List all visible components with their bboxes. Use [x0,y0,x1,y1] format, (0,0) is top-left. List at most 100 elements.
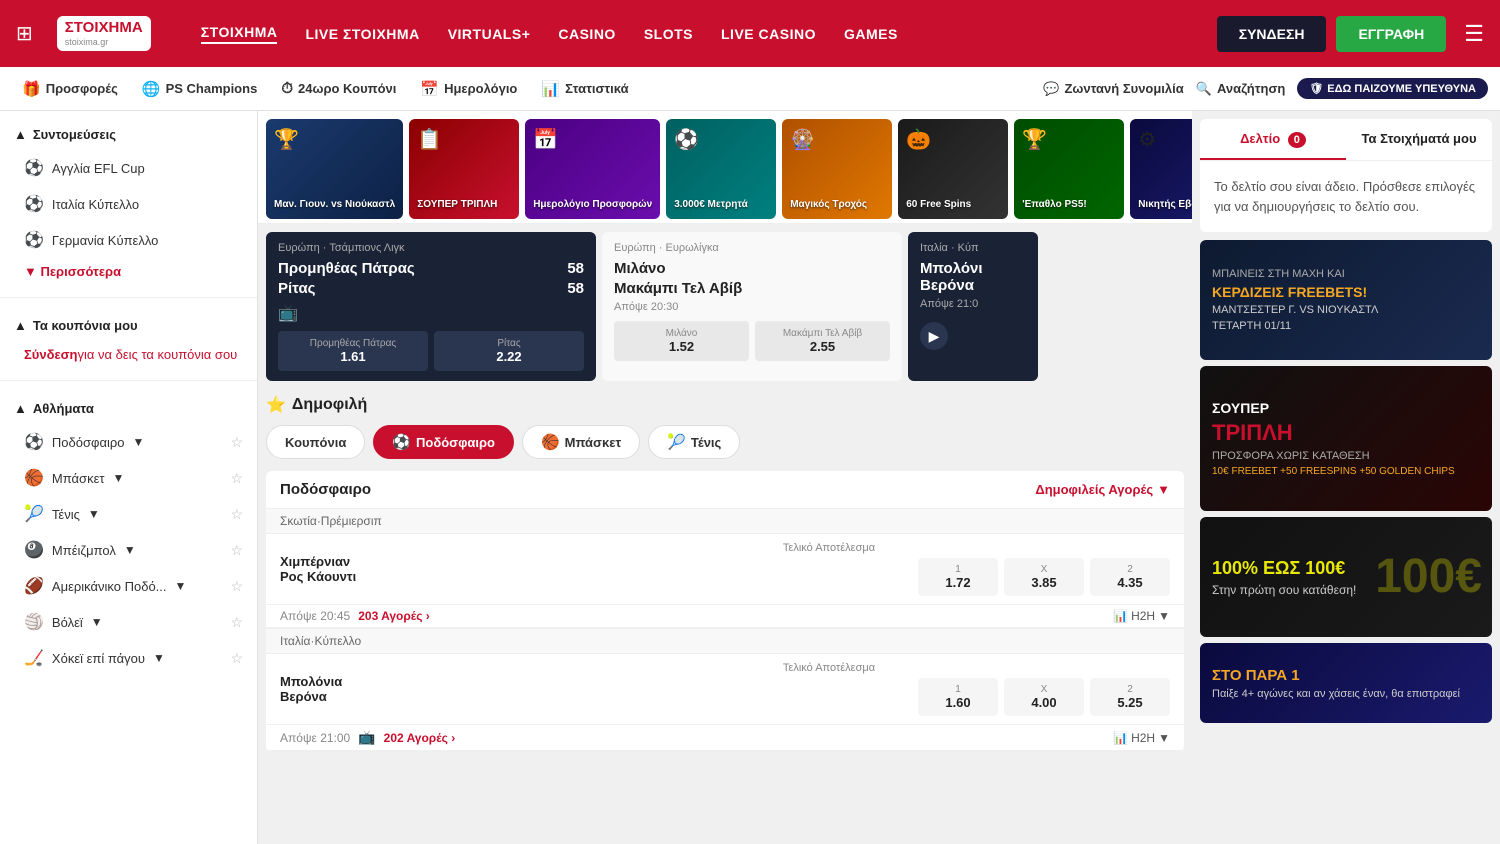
betslip-tab-betslip[interactable]: Δελτίο 0 [1200,119,1346,160]
chevron-down-icon-tennis: ▼ [88,507,100,521]
star-icon: ⭐ [266,395,286,415]
event-teams-0: Χιμπέρνιαν Ρος Κάουντι [280,554,480,584]
promo-card-0[interactable]: 🏆 Μαν. Γιουν. vs Νιούκαστλ [266,119,403,219]
soccer-icon-2: ⚽ [24,194,44,214]
more-markets-0[interactable]: 203 Αγορές › [358,609,430,623]
promo-card-5[interactable]: 🎃 60 Free Spins [898,119,1008,219]
promo-card-1[interactable]: 📋 ΣΟΥΠΕΡ ΤΡΙΠΛΗ [409,119,519,219]
fav-icon-volleyball[interactable]: ☆ [230,614,243,631]
shortcut-italy-cup[interactable]: ⚽ Ιταλία Κύπελλο [0,186,257,222]
chevron-right-icon: ▶ [929,328,940,345]
odd-btn-0-1[interactable]: Ρίτας 2.22 [434,331,584,371]
sec-nav-ps-champions[interactable]: 🌐 PS Champions [132,74,267,104]
tab-basketball[interactable]: 🏀 Μπάσκετ [522,425,640,459]
sec-nav-statistics[interactable]: 📊 Στατιστικά [531,74,638,104]
nav-virtuals[interactable]: VIRTUALS+ [448,26,531,42]
shortcut-germany-cup[interactable]: ⚽ Γερμανία Κύπελλο [0,222,257,258]
fav-icon-amfootball[interactable]: ☆ [230,578,243,595]
promo-label-3: 3.000€ Μετρητά [674,199,768,211]
live-score-card-1[interactable]: Ευρώπη · Ευρωλίγκα Μιλάνο Μακάμπι Τελ Αβ… [602,232,902,381]
more-markets-1[interactable]: 202 Αγορές › [384,731,456,745]
h2h-btn-1[interactable]: 📊 H2H ▼ [1113,731,1170,745]
h2h-btn-0[interactable]: 📊 H2H ▼ [1113,609,1170,623]
odds-cells-0: 1 1.72 Χ 3.85 2 4.35 [488,558,1170,596]
promo-banner-100pct[interactable]: 100% ΕΩΣ 100€ Στην πρώτη σου κατάθεση! 1… [1200,517,1492,637]
betslip-tabs: Δελτίο 0 Τα Στοιχήματά μου [1200,119,1492,161]
sports-header[interactable]: ▲ Αθλήματα [0,393,257,424]
live-chat-button[interactable]: 💬 Ζωντανή Συνομιλία [1043,81,1184,97]
right-sidebar: Δελτίο 0 Τα Στοιχήματά μου Το δελτίο σου… [1192,111,1500,844]
promo-banner-super-tripli[interactable]: ΣΟΥΠΕΡ ΤΡΙΠΛΗ ΠΡΟΣΦΟΡΑ ΧΩΡΙΣ ΚΑΤΑΘΕΣΗ 10… [1200,366,1492,511]
promo-banner-para1[interactable]: ΣΤΟ ΠΑΡΑ 1 Παίξε 4+ αγώνες και αν χάσεις… [1200,643,1492,723]
sport-baseball[interactable]: 🎱 Μπέιζμπολ ▼ ☆ [0,532,257,568]
shortcuts-header[interactable]: ▲ Συντομεύσεις [0,119,257,150]
baseball-icon: 🎱 [24,540,44,560]
fav-icon-hockey[interactable]: ☆ [230,650,243,667]
fav-icon-soccer[interactable]: ☆ [230,434,243,451]
live-score-card-2[interactable]: Ιταλία · Κύπ Μπολόνι Βερόνα Απόψε 21:0 ▶ [908,232,1038,381]
odd-btn-0-0[interactable]: Προμηθέας Πάτρας 1.61 [278,331,428,371]
next-card-btn[interactable]: ▶ [920,322,948,350]
gift-icon: 🎁 [22,80,41,98]
my-coupons-header[interactable]: ▲ Τα κουπόνια μου [0,310,257,341]
odd-cell-1-1[interactable]: Χ 4.00 [1004,678,1084,716]
fav-icon-tennis[interactable]: ☆ [230,506,243,523]
login-button[interactable]: ΣΥΝΔΕΣΗ [1217,16,1327,52]
sec-nav-24h-coupon[interactable]: ⏱ 24ωρο Κουπόνι [271,74,406,103]
search-button[interactable]: 🔍 Αναζήτηση [1196,81,1286,97]
tab-coupons[interactable]: Κουπόνια [266,425,365,459]
live-score-row-team1-1: Μιλάνο [614,260,890,277]
promo-card-2[interactable]: 📅 Ημερολόγιο Προσφορών [525,119,660,219]
sport-american-football[interactable]: 🏈 Αμερικάνικο Ποδό... ▼ ☆ [0,568,257,604]
responsible-gaming-badge[interactable]: 🛡 ΕΔΩ ΠΑΙΖΟΥΜΕ ΥΠΕΥΘΥΝΑ [1297,78,1488,99]
100pct-big-number: 100€ [1375,555,1482,598]
nav-stoixima[interactable]: ΣΤΟΙΧΗΜΑ [201,24,278,44]
odd-btn-1-0[interactable]: Μιλάνο 1.52 [614,321,749,361]
logo-area[interactable]: ΣΤΟΙΧΗΜΑ stoixima.gr [57,16,177,51]
fav-icon-basketball[interactable]: ☆ [230,470,243,487]
logo-box: ΣΤΟΙΧΗΜΑ stoixima.gr [57,16,151,51]
sport-soccer[interactable]: ⚽ Ποδόσφαιρο ▼ ☆ [0,424,257,460]
nav-live-stoixima[interactable]: LIVE ΣΤΟΙΧΗΜΑ [305,26,419,42]
odd-cell-1-2[interactable]: 2 5.25 [1090,678,1170,716]
login-link[interactable]: Σύνδεσηγια να δεις τα κουπόνια σου [0,341,257,368]
shortcuts-more[interactable]: ▼ Περισσότερα [0,258,257,285]
promo-banner-ps-champions[interactable]: ΜΠΑΙΝΕΙΣ ΣΤΗ ΜΑΧΗ ΚΑΙ ΚΕΡΔΙΖΕΙΣ FREEBETS… [1200,240,1492,360]
nav-live-casino[interactable]: LIVE CASINO [721,26,816,42]
fav-icon-baseball[interactable]: ☆ [230,542,243,559]
sport-ice-hockey[interactable]: 🏒 Χόκεϊ επί πάγου ▼ ☆ [0,640,257,676]
sport-tennis[interactable]: 🎾 Τένις ▼ ☆ [0,496,257,532]
sec-nav-left: 🎁 Προσφορές 🌐 PS Champions ⏱ 24ωρο Κουπό… [12,74,639,104]
odd-cell-0-0[interactable]: 1 1.72 [918,558,998,596]
promo-label-0: Μαν. Γιουν. vs Νιούκαστλ [274,199,395,211]
hamburger-icon[interactable]: ☰ [1464,21,1484,47]
sport-volleyball[interactable]: 🏐 Βόλεϊ ▼ ☆ [0,604,257,640]
live-score-card-0[interactable]: Ευρώπη · Τσάμπιονς Λιγκ Προμηθέας Πάτρας… [266,232,596,381]
sport-basketball[interactable]: 🏀 Μπάσκετ ▼ ☆ [0,460,257,496]
sec-nav-promotions[interactable]: 🎁 Προσφορές [12,74,128,104]
nav-slots[interactable]: SLOTS [644,26,693,42]
register-button[interactable]: ΕΓΓΡΑΦΗ [1336,16,1446,52]
odd-cell-0-2[interactable]: 2 4.35 [1090,558,1170,596]
odd-cell-1-0[interactable]: 1 1.60 [918,678,998,716]
grid-icon[interactable]: ⊞ [16,21,33,46]
promo-card-7[interactable]: ⚙ Νικητής Εβδομάδας [1130,119,1192,219]
calendar-icon: 📅 [420,80,439,98]
nav-games[interactable]: GAMES [844,26,898,42]
nav-casino[interactable]: CASINO [558,26,615,42]
popular-markets-btn[interactable]: Δημοφιλείς Αγορές ▼ [1035,482,1170,497]
promo-card-4[interactable]: 🎡 Μαγικός Τροχός [782,119,892,219]
my-coupons-section: ▲ Τα κουπόνια μου Σύνδεσηγια να δεις τα … [0,302,257,376]
odd-cell-0-1[interactable]: Χ 3.85 [1004,558,1084,596]
odds-row-1: Μιλάνο 1.52 Μακάμπι Τελ Αβίβ 2.55 [614,321,890,361]
promo-card-3[interactable]: ⚽ 3.000€ Μετρητά [666,119,776,219]
shortcut-efl-cup[interactable]: ⚽ Αγγλία EFL Cup [0,150,257,186]
sec-nav-calendar[interactable]: 📅 Ημερολόγιο [410,74,527,104]
live-score-league-2: Ιταλία · Κύπ [920,242,1026,254]
promo-card-6[interactable]: 🏆 'Επαθλο PS5! [1014,119,1124,219]
tab-tennis[interactable]: 🎾 Τένις [648,425,740,459]
tab-soccer[interactable]: ⚽ Ποδόσφαιρο [373,425,514,459]
live-scores-row: Ευρώπη · Τσάμπιονς Λιγκ Προμηθέας Πάτρας… [258,224,1192,387]
odd-btn-1-1[interactable]: Μακάμπι Τελ Αβίβ 2.55 [755,321,890,361]
betslip-tab-my-bets[interactable]: Τα Στοιχήματά μου [1346,119,1492,160]
